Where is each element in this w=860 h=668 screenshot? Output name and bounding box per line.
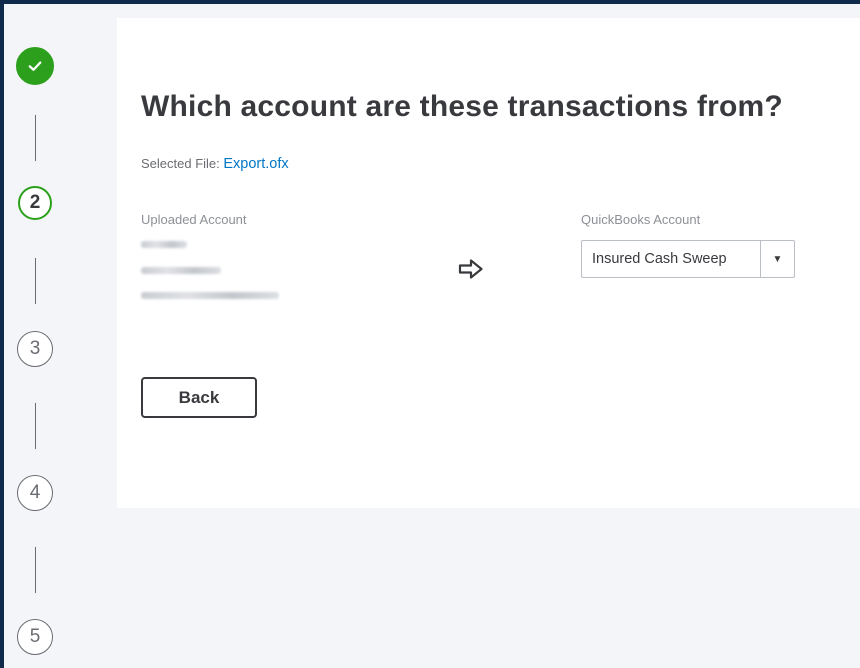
step-connector [35,403,36,449]
back-button[interactable]: Back [141,377,257,418]
quickbooks-account-label: QuickBooks Account [581,212,701,227]
page-title: Which account are these transactions fro… [141,90,783,123]
step-connector [35,547,36,593]
uploaded-account-label: Uploaded Account [141,212,247,227]
select-caret-button[interactable]: ▼ [760,241,794,277]
checkmark-icon [28,61,42,71]
quickbooks-account-select[interactable]: Insured Cash Sweep ▼ [581,240,795,278]
selected-file-link[interactable]: Export.ofx [223,156,288,172]
step-connector [35,258,36,304]
quickbooks-account-value: Insured Cash Sweep [592,251,727,267]
step-1-complete [16,47,54,85]
page-canvas: 2 3 4 5 Which account are these transact… [4,4,860,668]
account-mapping-card: Which account are these transactions fro… [117,18,860,508]
step-connector [35,115,36,161]
step-5: 5 [17,619,53,655]
uploaded-account-detail-redacted [141,267,221,274]
caret-down-icon: ▼ [772,253,783,265]
selected-file-row: Selected File: Export.ofx [141,156,289,172]
arrow-right-outline-icon [458,259,483,279]
step-2-current: 2 [18,186,52,220]
step-3: 3 [17,331,53,367]
selected-file-label: Selected File: [141,156,224,171]
uploaded-account-detail-redacted [141,292,279,299]
uploaded-account-detail-redacted [141,241,187,248]
step-4: 4 [17,475,53,511]
progress-stepper: 2 3 4 5 [4,4,114,668]
